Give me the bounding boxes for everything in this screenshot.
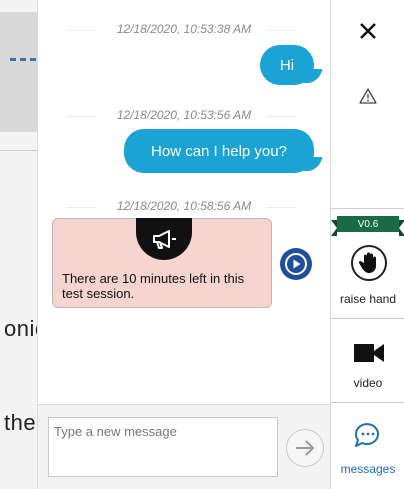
hand-icon bbox=[358, 252, 376, 273]
announcement-card: There are 10 minutes left in this test s… bbox=[52, 218, 272, 308]
message-timestamp: 12/18/2020, 10:53:38 AM bbox=[38, 22, 330, 36]
megaphone-icon bbox=[136, 218, 192, 260]
chat-bubble: Hi bbox=[260, 45, 323, 85]
chat-panel: 12/18/2020, 10:53:38 AM Hi 12/18/2020, 1… bbox=[38, 0, 330, 404]
sidebar-divider bbox=[331, 208, 404, 209]
video-icon[interactable] bbox=[353, 340, 385, 366]
background-dashed-line bbox=[10, 58, 36, 61]
chat-bubble: How can I help you? bbox=[124, 129, 323, 173]
message-composer bbox=[38, 404, 330, 489]
messages-label[interactable]: messages bbox=[331, 462, 404, 476]
play-icon bbox=[285, 253, 307, 275]
message-input[interactable] bbox=[48, 417, 278, 477]
raise-hand-button[interactable] bbox=[351, 245, 387, 281]
messages-icon[interactable] bbox=[353, 420, 385, 452]
background-divider bbox=[0, 150, 37, 151]
background-page: onic the bbox=[0, 0, 38, 489]
background-header-band bbox=[0, 12, 37, 132]
chat-bubble-text: How can I help you? bbox=[151, 142, 287, 160]
message-timestamp: 12/18/2020, 10:58:56 AM bbox=[38, 199, 330, 213]
video-label: video bbox=[353, 376, 383, 390]
background-text: the bbox=[4, 410, 37, 435]
sidebar-divider bbox=[331, 318, 404, 319]
version-badge: V0.6 bbox=[331, 216, 404, 236]
warning-icon[interactable] bbox=[358, 86, 378, 106]
close-icon[interactable] bbox=[353, 16, 383, 46]
sidebar: V0.6 raise hand video messages bbox=[330, 0, 404, 489]
background-text: onic bbox=[4, 316, 37, 341]
message-timestamp: 12/18/2020, 10:53:56 AM bbox=[38, 108, 330, 122]
raise-hand-label: raise hand bbox=[339, 292, 397, 306]
chat-bubble-text: Hi bbox=[279, 56, 295, 74]
arrow-right-icon bbox=[296, 440, 315, 456]
sidebar-divider bbox=[331, 402, 404, 403]
play-audio-button[interactable] bbox=[280, 248, 312, 280]
announcement-text: There are 10 minutes left in this test s… bbox=[62, 271, 245, 301]
send-button[interactable] bbox=[286, 429, 324, 467]
version-text: V0.6 bbox=[357, 218, 379, 230]
chat-bubble-tail bbox=[303, 69, 323, 83]
screen: onic the 12/18/2020, 10:53:38 AM Hi 12/1… bbox=[0, 0, 404, 489]
chat-bubble-tail bbox=[303, 157, 323, 171]
